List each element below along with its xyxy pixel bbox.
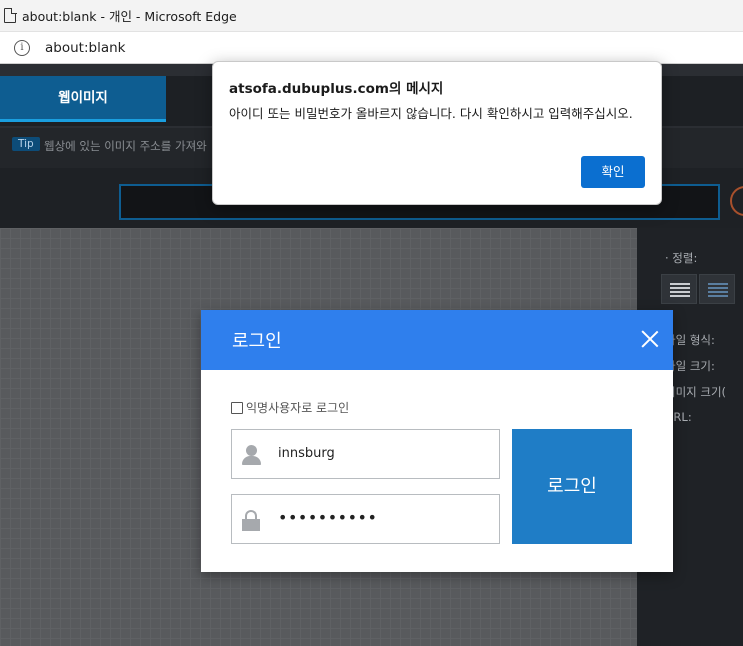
- anonymous-login-row[interactable]: 익명사용자로 로그인: [231, 399, 349, 416]
- go-icon[interactable]: [730, 186, 743, 216]
- align-left-button[interactable]: [661, 274, 697, 304]
- address-bar[interactable]: i about:blank: [0, 32, 743, 64]
- tab-web-image[interactable]: 웹이미지: [0, 76, 166, 122]
- page-icon: [4, 7, 17, 23]
- anonymous-login-checkbox[interactable]: [231, 401, 243, 414]
- tip-text: 웹상에 있는 이미지 주소를 가져와: [44, 139, 207, 153]
- align-justify-button[interactable]: [699, 274, 735, 304]
- alert-title: atsofa.dubuplus.com의 메시지: [229, 81, 444, 97]
- tip-badge: Tip: [12, 137, 40, 151]
- anonymous-login-label[interactable]: 익명사용자로 로그인: [246, 399, 349, 416]
- align-left-icon: [670, 283, 690, 297]
- lock-icon: [242, 510, 260, 531]
- address-url[interactable]: about:blank: [45, 40, 125, 56]
- login-modal: 로그인 익명사용자로 로그인 innsburg •••••••••• 로그인: [201, 310, 673, 572]
- info-icon[interactable]: i: [14, 39, 30, 56]
- login-modal-header: 로그인: [201, 310, 673, 370]
- username-field[interactable]: innsburg: [231, 429, 500, 479]
- password-value[interactable]: ••••••••••: [278, 508, 377, 527]
- user-icon: [242, 445, 261, 465]
- login-modal-title: 로그인: [232, 331, 282, 352]
- image-size-label: 이미지 크기(: [665, 385, 727, 399]
- password-field[interactable]: ••••••••••: [231, 494, 500, 544]
- alert-message: 아이디 또는 비밀번호가 올바르지 않습니다. 다시 확인하시고 입력해주십시오…: [229, 106, 633, 121]
- close-icon[interactable]: [641, 330, 659, 348]
- window-title: about:blank - 개인 - Microsoft Edge: [22, 9, 237, 24]
- username-value[interactable]: innsburg: [278, 446, 335, 461]
- alert-dialog: atsofa.dubuplus.com의 메시지 아이디 또는 비밀번호가 올바…: [212, 61, 662, 205]
- window-titlebar: about:blank - 개인 - Microsoft Edge: [0, 0, 743, 32]
- align-justify-icon: [708, 283, 728, 297]
- alert-ok-button[interactable]: 확인: [581, 156, 645, 188]
- login-button[interactable]: 로그인: [512, 429, 632, 544]
- align-label: · 정렬:: [665, 251, 698, 265]
